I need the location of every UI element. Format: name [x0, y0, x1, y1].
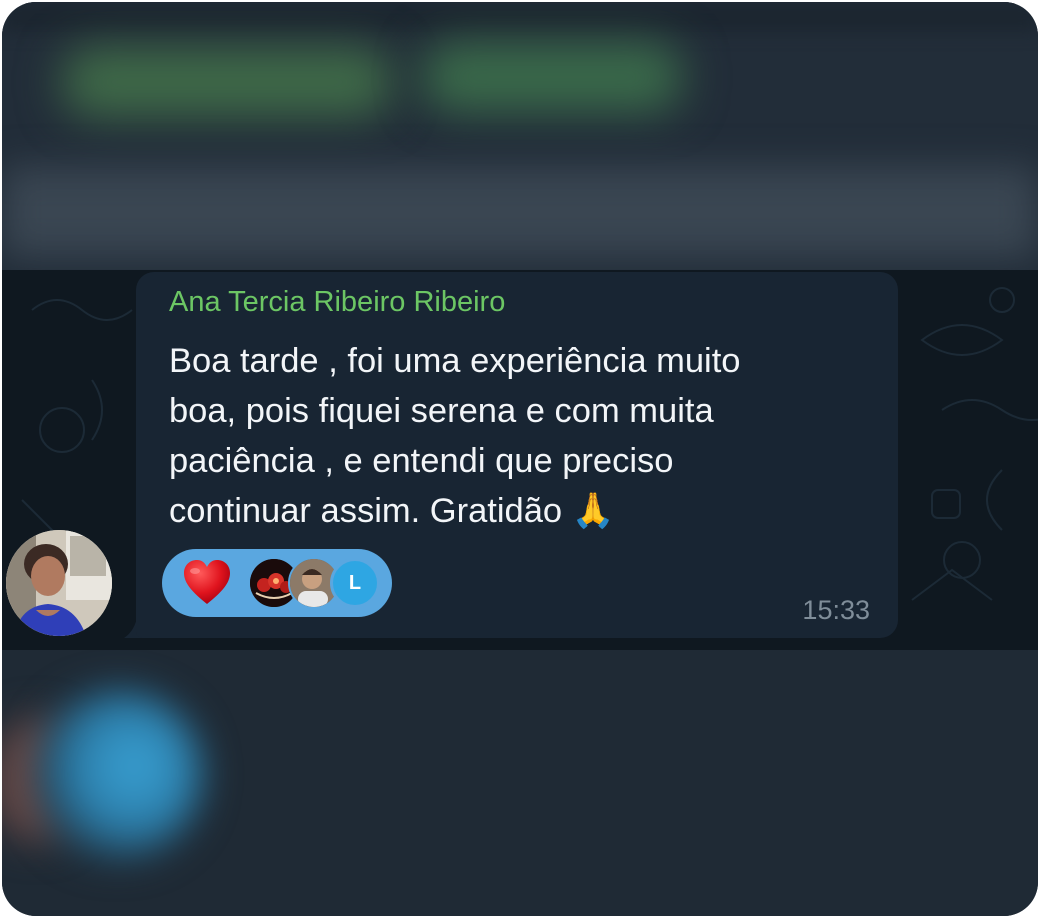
message-bubble[interactable]: Ana Tercia Ribeiro Ribeiro Boa tarde , f… — [136, 272, 898, 638]
message-line: Boa tarde , foi uma experiência muito — [169, 342, 741, 380]
chat-screenshot: Ana Tercia Ribeiro Ribeiro Boa tarde , f… — [2, 2, 1038, 916]
reactor-avatar-initial: L — [330, 558, 380, 608]
message-text: Boa tarde , foi uma experiência muito bo… — [169, 336, 889, 536]
message-time: 15:33 — [802, 595, 870, 625]
red-heart-icon — [184, 560, 230, 604]
reaction-pill[interactable]: L — [162, 549, 392, 617]
blurred-previous-messages — [2, 2, 1038, 270]
blurred-next-message — [2, 650, 1038, 916]
sender-name[interactable]: Ana Tercia Ribeiro Ribeiro — [169, 286, 505, 319]
message-line: paciência , e entendi que preciso — [169, 442, 674, 480]
message-line: boa, pois fiquei serena e com muita — [169, 392, 714, 430]
message-line: continuar assim. Gratidão 🙏 — [169, 492, 615, 530]
sender-avatar[interactable] — [6, 530, 112, 636]
